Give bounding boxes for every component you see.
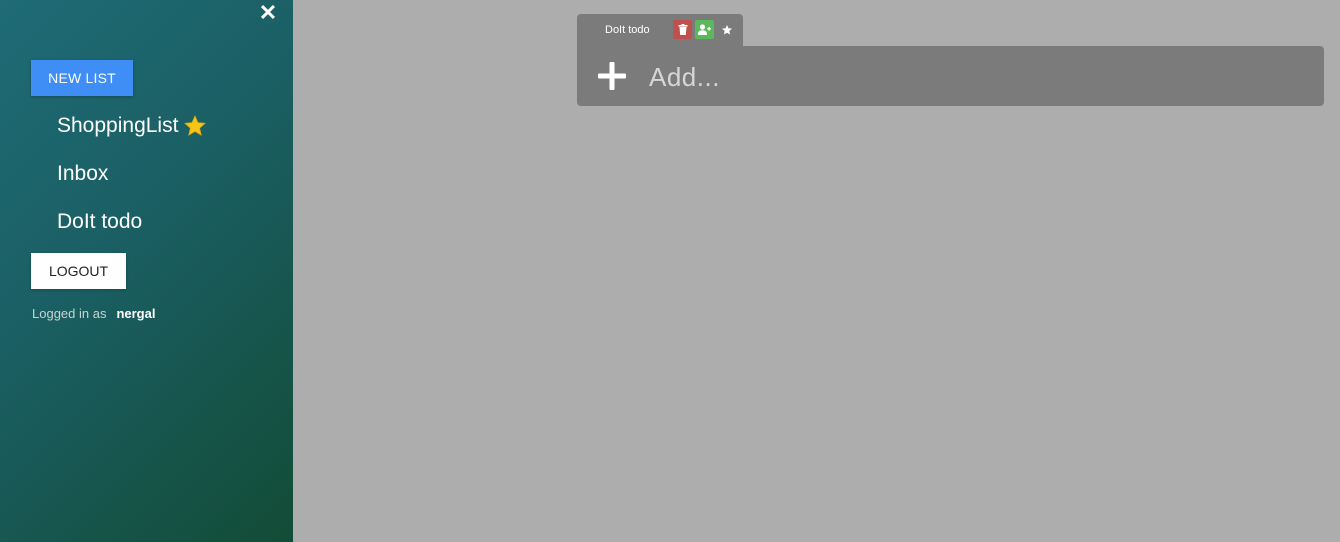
star-icon (721, 24, 732, 35)
sidebar-item-label: ShoppingList (57, 114, 179, 137)
list-title: DoIt todo (605, 24, 650, 36)
trash-icon (678, 24, 687, 35)
sidebar-item-shoppinglist[interactable]: ShoppingList (57, 114, 207, 138)
close-sidebar-icon[interactable]: ✕ (258, 2, 278, 24)
sidebar-item-label: DoIt todo (57, 210, 143, 233)
add-item-bar (577, 46, 1324, 106)
delete-list-button[interactable] (673, 20, 692, 39)
share-list-button[interactable] (695, 20, 714, 39)
plus-icon[interactable] (598, 62, 626, 90)
logged-in-status: Logged in as nergal (32, 306, 155, 321)
logout-button[interactable]: LOGOUT (31, 253, 126, 289)
username: nergal (116, 306, 156, 321)
favorite-list-button[interactable] (717, 20, 736, 39)
add-user-icon (698, 24, 711, 35)
list-tab: DoIt todo (577, 14, 743, 46)
sidebar-item-doit-todo[interactable]: DoIt todo (57, 210, 142, 234)
sidebar-item-label: Inbox (57, 162, 109, 185)
star-icon (184, 115, 207, 136)
sidebar: ✕ NEW LIST ShoppingList Inbox DoIt todo … (0, 0, 293, 542)
add-item-input[interactable] (647, 56, 1311, 98)
sidebar-item-inbox[interactable]: Inbox (57, 162, 108, 186)
logged-in-label: Logged in as (32, 306, 107, 321)
new-list-button[interactable]: NEW LIST (31, 60, 133, 96)
